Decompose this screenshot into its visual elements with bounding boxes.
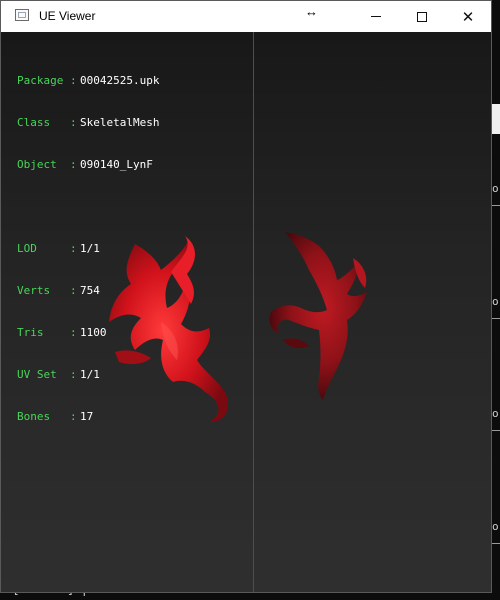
ue-viewer-window: UE Viewer ↔ ✕ Package : 00042525.upk Cla… [0,0,492,593]
console-edge-panel [492,104,500,134]
info-value: 17 [80,410,94,423]
info-label: Tris : [17,326,84,339]
window-title: UE Viewer [39,9,96,23]
resize-arrows-icon: ↔ [305,4,318,19]
info-row-object: Object : 090140_LynF [17,158,159,172]
console-tick [492,318,500,319]
title-bar[interactable]: UE Viewer ↔ ✕ [1,1,491,32]
info-label: Class : [17,116,84,129]
info-label: Package : [17,74,84,87]
maximize-button[interactable] [399,1,445,32]
info-value: 1/1 [80,368,100,381]
console-tick-char: o [492,407,499,420]
console-tick [492,543,500,544]
info-value: 1/1 [80,242,100,255]
info-row-package: Package : 00042525.upk [17,74,159,88]
app-window-icon [15,9,29,21]
minimize-icon [371,16,381,17]
console-tick [492,430,500,431]
close-icon: ✕ [461,8,475,26]
console-tick-char: o [492,182,499,195]
info-value: 090140_LynF [80,158,153,171]
mesh-left-wing [109,236,228,422]
info-value: 754 [80,284,100,297]
console-tick-char: o [492,295,499,308]
mesh-right-wing [269,232,367,400]
maximize-icon [417,11,427,22]
info-value: SkeletalMesh [80,116,160,129]
minimize-button[interactable] [353,1,399,32]
info-label: UV Set : [17,368,84,381]
close-button[interactable]: ✕ [445,1,491,32]
info-label: LOD : [17,242,84,255]
info-value: 00042525.upk [80,74,160,87]
info-label: Verts : [17,284,84,297]
3d-viewport[interactable]: Package : 00042525.upk Class : SkeletalM… [1,32,491,592]
info-label: Object : [17,158,84,171]
info-label: Bones : [17,410,84,423]
console-tick [492,205,500,206]
viewport-divider [253,32,254,592]
info-row-class: Class : SkeletalMesh [17,116,159,130]
console-tick-char: o [492,520,499,533]
